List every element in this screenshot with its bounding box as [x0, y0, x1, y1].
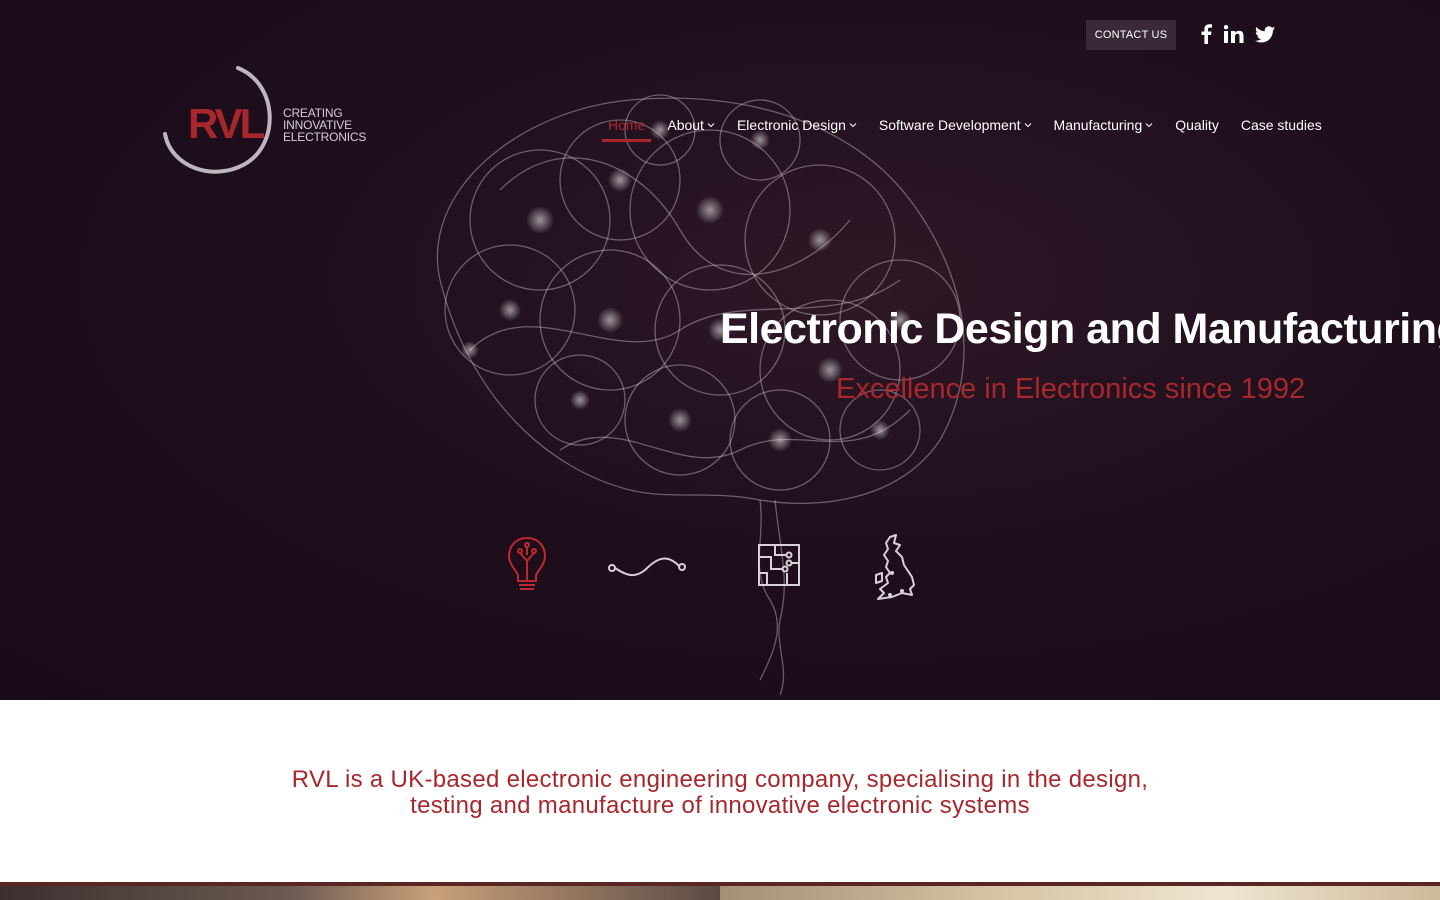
nav-item-case-studies[interactable]: Case studies: [1241, 117, 1322, 133]
contact-us-button[interactable]: CONTACT US: [1086, 20, 1176, 50]
intro-section: RVL is a UK-based electronic engineering…: [0, 700, 1440, 882]
nav-item-home[interactable]: Home: [601, 117, 652, 142]
intro-line: testing and manufacture of innovative el…: [410, 792, 1030, 819]
facebook-icon[interactable]: [1194, 22, 1218, 46]
hero-banner: CONTACT US RVL CREATING INNOVATIVE ELECT…: [0, 0, 1440, 700]
nav-item-label: About: [667, 117, 704, 133]
circuit-board-icon[interactable]: [757, 543, 803, 587]
nav-item-label: Electronic Design: [736, 117, 846, 133]
hero-subtitle: Excellence in Electronics since 1992: [836, 373, 1306, 405]
chevron-down-icon: [849, 123, 857, 128]
lightbulb-icon[interactable]: [507, 535, 547, 595]
nav-item-electronic-design[interactable]: Electronic Design: [737, 117, 857, 133]
logo-tagline-line: ELECTRONICS: [283, 130, 367, 144]
nav-item-label: Software Development: [878, 117, 1021, 133]
photo-right: [720, 886, 1440, 900]
nav-item-about[interactable]: About: [667, 117, 715, 133]
intro-statement: RVL is a UK-based electronic engineering…: [220, 767, 1220, 819]
main-nav: Home About Electronic Design Software De…: [600, 115, 1344, 142]
wave-signal-icon[interactable]: [607, 550, 687, 582]
uk-map-icon[interactable]: [872, 533, 918, 601]
nav-item-label: Home: [608, 117, 646, 133]
nav-item-label: Manufacturing: [1053, 117, 1143, 133]
intro-line: RVL is a UK-based electronic engineering…: [291, 766, 1149, 793]
linkedin-icon[interactable]: [1222, 22, 1246, 46]
chevron-down-icon: [1024, 123, 1031, 128]
logo-tagline: CREATING INNOVATIVE ELECTRONICS: [283, 107, 366, 143]
chevron-down-icon: [707, 123, 715, 128]
nav-item-software-development[interactable]: Software Development: [879, 117, 1032, 133]
chevron-down-icon: [1145, 123, 1153, 128]
twitter-icon[interactable]: [1253, 22, 1277, 46]
nav-item-quality[interactable]: Quality: [1175, 117, 1219, 133]
hero-title: Electronic Design and Manufacturing: [720, 305, 1440, 353]
nav-item-label: Quality: [1175, 117, 1219, 133]
logo-mark: RVL: [188, 100, 265, 147]
nav-item-label: Case studies: [1240, 117, 1322, 133]
nav-item-manufacturing[interactable]: Manufacturing: [1054, 117, 1154, 133]
photo-left: [0, 886, 720, 900]
